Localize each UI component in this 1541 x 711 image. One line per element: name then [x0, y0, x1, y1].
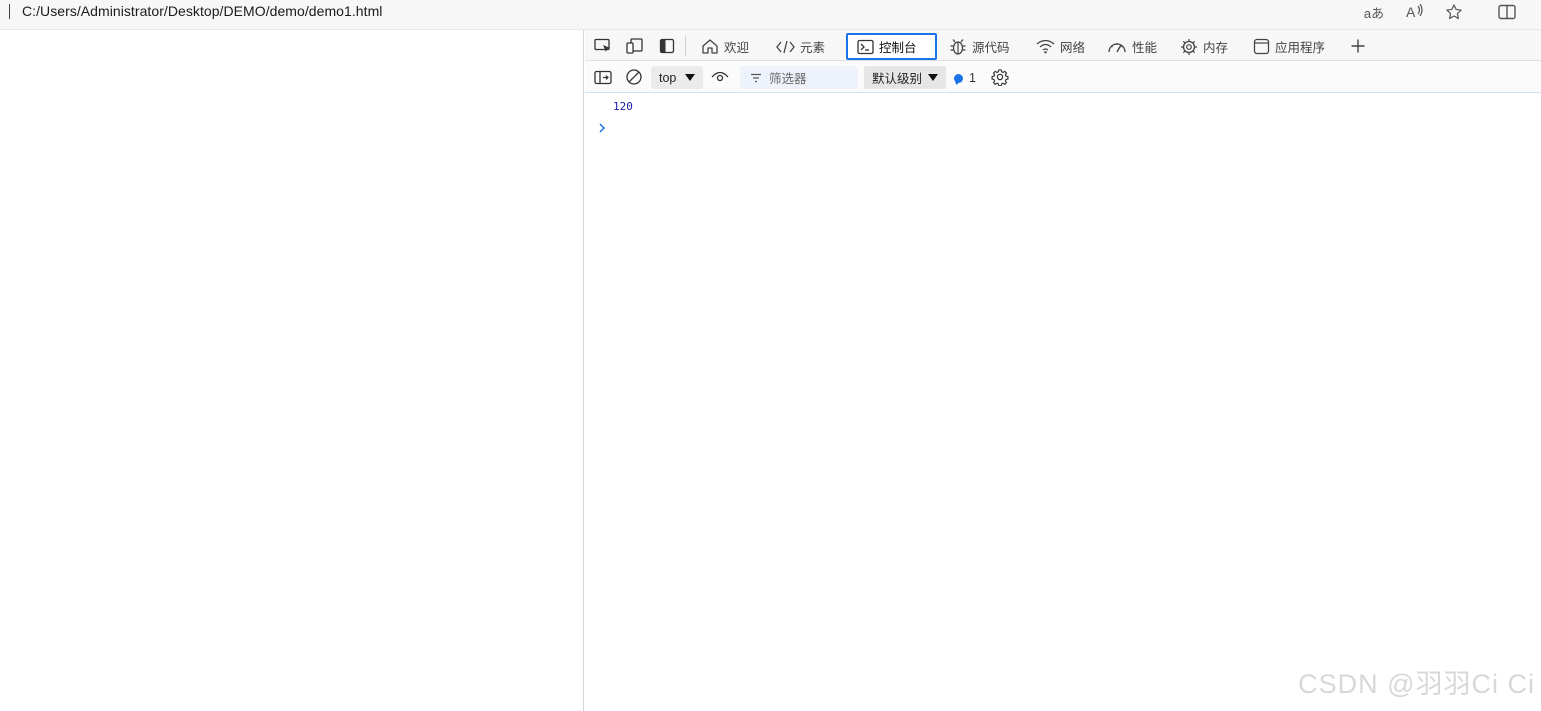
wifi-icon [1036, 39, 1055, 54]
devtools-tab-bar: 欢迎 元素 控制台 源代码 网络 性能 内存 应用程序 [585, 30, 1541, 61]
devtools-panel: 欢迎 元素 控制台 源代码 网络 性能 内存 应用程序 top 筛选器 默认级别… [585, 30, 1541, 711]
filter-placeholder: 筛选器 [769, 72, 807, 86]
inspect-element-button[interactable] [591, 35, 615, 57]
device-emulation-icon [626, 38, 643, 54]
read-aloud-icon: A [1406, 4, 1423, 20]
tab-memory-label: 内存 [1203, 41, 1229, 55]
live-expression-button[interactable] [709, 66, 731, 88]
clear-icon [626, 69, 642, 85]
tab-application-label: 应用程序 [1275, 41, 1326, 55]
console-output[interactable]: 120 [585, 94, 1541, 711]
context-selector[interactable]: top [651, 66, 703, 89]
split-screen-icon [1498, 4, 1516, 20]
address-bar[interactable]: C:/Users/Administrator/Desktop/DEMO/demo… [0, 0, 1541, 30]
message-icon [954, 73, 963, 85]
show-sidebar-button[interactable] [592, 66, 614, 88]
tab-console[interactable]: 控制台 [846, 33, 937, 60]
log-level-value: 默认级别 [872, 72, 923, 86]
tab-memory[interactable]: 内存 [1180, 33, 1228, 60]
tab-application[interactable]: 应用程序 [1253, 33, 1325, 60]
tab-network-label: 网络 [1060, 41, 1086, 55]
read-aloud-translate-icon: aあ [1363, 5, 1385, 21]
tab-welcome-label: 欢迎 [724, 41, 750, 55]
tab-sources[interactable]: 源代码 [949, 33, 1010, 60]
tab-elements-label: 元素 [800, 41, 826, 55]
console-icon [857, 39, 874, 54]
gear-icon [991, 69, 1009, 86]
favorite-button[interactable] [1442, 1, 1466, 23]
text-cursor [9, 4, 10, 19]
log-level-selector[interactable]: 默认级别 [864, 66, 946, 89]
device-emulation-button[interactable] [623, 35, 647, 57]
caret-down-icon [928, 74, 938, 81]
address-url[interactable]: C:/Users/Administrator/Desktop/DEMO/demo… [22, 3, 382, 19]
inspect-icon [594, 38, 610, 52]
add-panel-button[interactable] [1347, 35, 1369, 57]
chevron-right-icon [599, 123, 606, 133]
watermark: CSDN @羽羽Ci Ci [1298, 669, 1535, 699]
tab-network[interactable]: 网络 [1036, 33, 1085, 60]
tab-console-label: 控制台 [879, 41, 917, 55]
tab-welcome[interactable]: 欢迎 [701, 33, 749, 60]
bug-icon [950, 38, 966, 55]
gauge-icon [1108, 43, 1126, 53]
message-count-button[interactable]: 1 [954, 67, 976, 89]
favorite-star-icon [1446, 4, 1462, 20]
caret-down-icon [685, 74, 695, 81]
tab-performance[interactable]: 性能 [1107, 33, 1157, 60]
context-selector-value: top [659, 70, 677, 85]
home-icon [702, 39, 718, 54]
read-aloud-translate-button[interactable]: aあ [1362, 1, 1386, 23]
toolbar-divider [685, 36, 686, 56]
chip-icon [1181, 38, 1197, 55]
tab-sources-label: 源代码 [972, 41, 1010, 55]
code-icon [776, 40, 795, 53]
console-prompt[interactable] [595, 120, 609, 136]
read-aloud-button[interactable]: A [1403, 1, 1427, 23]
plus-icon [1351, 39, 1365, 53]
sidebar-toggle-icon [594, 70, 612, 84]
dock-side-icon [659, 38, 675, 54]
tab-performance-label: 性能 [1132, 41, 1158, 55]
split-screen-button[interactable] [1495, 1, 1519, 23]
tab-elements[interactable]: 元素 [776, 33, 825, 60]
app-icon [1253, 38, 1270, 55]
console-log-line: 120 [613, 100, 633, 113]
svg-text:A: A [1406, 4, 1416, 20]
dock-side-button[interactable] [655, 35, 679, 57]
console-toolbar: top 筛选器 默认级别 1 [585, 61, 1541, 93]
page-viewport [0, 30, 584, 711]
console-settings-button[interactable] [989, 66, 1011, 88]
filter-icon [751, 73, 761, 82]
clear-console-button[interactable] [623, 66, 645, 88]
filter-input[interactable]: 筛选器 [740, 66, 858, 89]
message-count-value: 1 [969, 71, 976, 85]
eye-icon [711, 71, 729, 82]
